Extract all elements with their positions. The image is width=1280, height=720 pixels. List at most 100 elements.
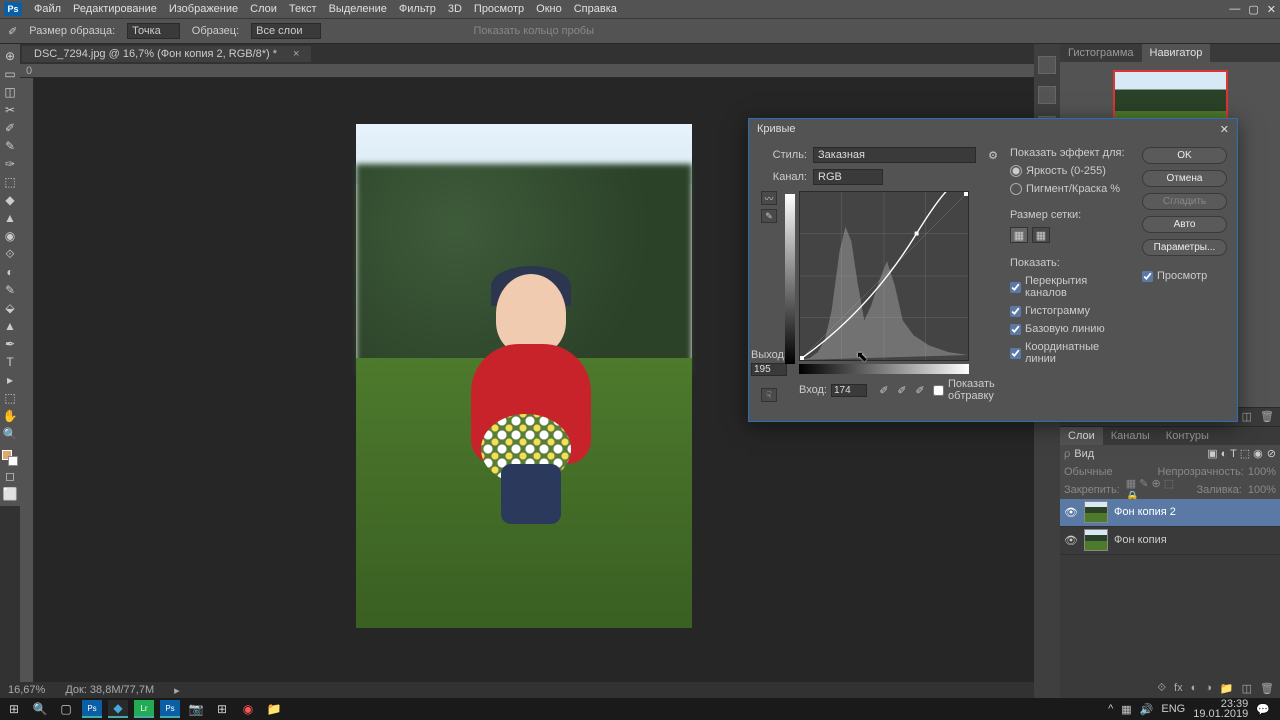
- taskbar-app[interactable]: 📷: [186, 700, 206, 718]
- menu-item[interactable]: Просмотр: [474, 3, 524, 15]
- input-value[interactable]: [831, 384, 867, 397]
- screenmode-button[interactable]: ⬜: [2, 486, 18, 502]
- maximize-icon[interactable]: ▢: [1248, 3, 1258, 16]
- tab-paths[interactable]: Контуры: [1158, 427, 1217, 445]
- layer-row[interactable]: 👁 Фон копия: [1060, 527, 1280, 555]
- taskview-icon[interactable]: ▢: [56, 700, 76, 718]
- channel-select[interactable]: RGB: [813, 169, 883, 185]
- taskbar-app[interactable]: Ps: [82, 700, 102, 718]
- sample-size-select[interactable]: Точка: [127, 23, 180, 39]
- close-tab-icon[interactable]: ×: [287, 46, 305, 62]
- menu-item[interactable]: Справка: [574, 3, 617, 15]
- language-indicator[interactable]: ENG: [1161, 703, 1185, 715]
- notifications-icon[interactable]: 💬: [1256, 703, 1270, 716]
- tool-button[interactable]: ✒: [2, 336, 18, 352]
- taskbar-app[interactable]: ◆: [108, 700, 128, 718]
- taskbar-app[interactable]: 📁: [264, 700, 284, 718]
- tray-icon[interactable]: ^: [1108, 703, 1113, 715]
- group-icon[interactable]: 📁: [1220, 682, 1234, 695]
- tool-button[interactable]: ◉: [2, 228, 18, 244]
- action-icon[interactable]: 🗑: [1260, 410, 1274, 423]
- channel-overlay-checkbox[interactable]: Перекрытия каналов: [1010, 275, 1130, 299]
- options-button[interactable]: Параметры...: [1142, 239, 1227, 256]
- curves-graph[interactable]: [799, 191, 969, 361]
- filter-toggle[interactable]: ⊘: [1267, 447, 1276, 460]
- menu-item[interactable]: Окно: [536, 3, 562, 15]
- dock-icon[interactable]: [1038, 86, 1056, 104]
- baseline-checkbox[interactable]: Базовую линию: [1010, 323, 1130, 335]
- cancel-button[interactable]: Отмена: [1142, 170, 1227, 187]
- hand-target-icon[interactable]: ☟: [761, 388, 777, 402]
- menu-item[interactable]: Изображение: [169, 3, 238, 15]
- search-icon[interactable]: 🔍: [30, 700, 50, 718]
- mask-icon[interactable]: ◐: [1191, 682, 1198, 694]
- tool-button[interactable]: ◫: [2, 84, 18, 100]
- menu-item[interactable]: Выделение: [329, 3, 387, 15]
- curve-mode-icon[interactable]: 〰: [761, 191, 777, 205]
- tool-button[interactable]: ✎: [2, 282, 18, 298]
- opacity-value[interactable]: 100%: [1248, 466, 1276, 478]
- tool-button[interactable]: ⊕: [2, 48, 18, 64]
- adjustment-icon[interactable]: ◑: [1205, 682, 1212, 694]
- sample-layer-select[interactable]: Все слои: [251, 23, 321, 39]
- tab-navigator[interactable]: Навигатор: [1142, 44, 1211, 62]
- fill-value[interactable]: 100%: [1248, 484, 1276, 496]
- layer-thumbnail[interactable]: [1084, 529, 1108, 551]
- histogram-checkbox[interactable]: Гистограмму: [1010, 305, 1130, 317]
- auto-button[interactable]: Авто: [1142, 216, 1227, 233]
- grid-small-button[interactable]: ▦: [1010, 227, 1028, 243]
- tool-button[interactable]: ◆: [2, 192, 18, 208]
- tool-button[interactable]: ✂: [2, 102, 18, 118]
- tool-button[interactable]: ✑: [2, 156, 18, 172]
- zoom-level[interactable]: 16,67%: [8, 684, 45, 696]
- action-icon[interactable]: ◫: [1242, 410, 1252, 423]
- layer-row[interactable]: 👁 Фон копия 2: [1060, 499, 1280, 527]
- style-select[interactable]: Заказная: [813, 147, 976, 163]
- link-layers-icon[interactable]: ⟐: [1157, 682, 1166, 695]
- menu-item[interactable]: Слои: [250, 3, 277, 15]
- close-icon[interactable]: ✕: [1267, 3, 1276, 16]
- dock-icon[interactable]: [1038, 56, 1056, 74]
- tool-button[interactable]: ⟐: [2, 246, 18, 262]
- brightness-radio[interactable]: Яркость (0-255): [1010, 165, 1130, 177]
- tool-button[interactable]: T: [2, 354, 18, 370]
- visibility-icon[interactable]: 👁: [1064, 506, 1078, 519]
- pigment-radio[interactable]: Пигмент/Краска %: [1010, 183, 1130, 195]
- gray-eyedropper-icon[interactable]: ✐: [895, 383, 909, 397]
- preview-checkbox[interactable]: Просмотр: [1142, 270, 1227, 282]
- pencil-mode-icon[interactable]: ✎: [761, 209, 777, 223]
- tab-channels[interactable]: Каналы: [1103, 427, 1158, 445]
- tab-layers[interactable]: Слои: [1060, 427, 1103, 445]
- layer-name[interactable]: Фон копия: [1114, 534, 1167, 546]
- tool-button[interactable]: ▲: [2, 318, 18, 334]
- menu-item[interactable]: 3D: [448, 3, 462, 15]
- tool-button[interactable]: ▭: [2, 66, 18, 82]
- show-clipping-checkbox[interactable]: Показать обтравку: [933, 378, 998, 402]
- menu-item[interactable]: Текст: [289, 3, 317, 15]
- dialog-titlebar[interactable]: Кривые ✕: [749, 119, 1237, 139]
- taskbar-app[interactable]: Ps: [160, 700, 180, 718]
- smooth-button[interactable]: Сгладить: [1142, 193, 1227, 210]
- tool-button[interactable]: ▲: [2, 210, 18, 226]
- layer-name[interactable]: Фон копия 2: [1114, 506, 1176, 518]
- taskbar-app[interactable]: ◉: [238, 700, 258, 718]
- tool-button[interactable]: ✎: [2, 138, 18, 154]
- layer-filter-select[interactable]: Вид: [1074, 448, 1114, 460]
- tool-button[interactable]: ◐: [2, 264, 18, 280]
- gear-icon[interactable]: ⚙: [988, 149, 998, 162]
- intersection-checkbox[interactable]: Координатные линии: [1010, 341, 1130, 365]
- tool-button[interactable]: ⬚: [2, 174, 18, 190]
- tool-button[interactable]: 🔍: [2, 426, 18, 442]
- black-eyedropper-icon[interactable]: ✐: [877, 383, 891, 397]
- taskbar-app[interactable]: Lr: [134, 700, 154, 718]
- visibility-icon[interactable]: 👁: [1064, 534, 1078, 547]
- volume-icon[interactable]: 🔊: [1140, 703, 1154, 716]
- tool-button[interactable]: ⬙: [2, 300, 18, 316]
- dialog-close-icon[interactable]: ✕: [1220, 123, 1229, 136]
- tool-button[interactable]: ✐: [2, 120, 18, 136]
- ok-button[interactable]: OK: [1142, 147, 1227, 164]
- tool-button[interactable]: ⬚: [2, 390, 18, 406]
- white-eyedropper-icon[interactable]: ✐: [913, 383, 927, 397]
- quickmask-button[interactable]: ◻: [2, 468, 18, 484]
- tool-button[interactable]: ▸: [2, 372, 18, 388]
